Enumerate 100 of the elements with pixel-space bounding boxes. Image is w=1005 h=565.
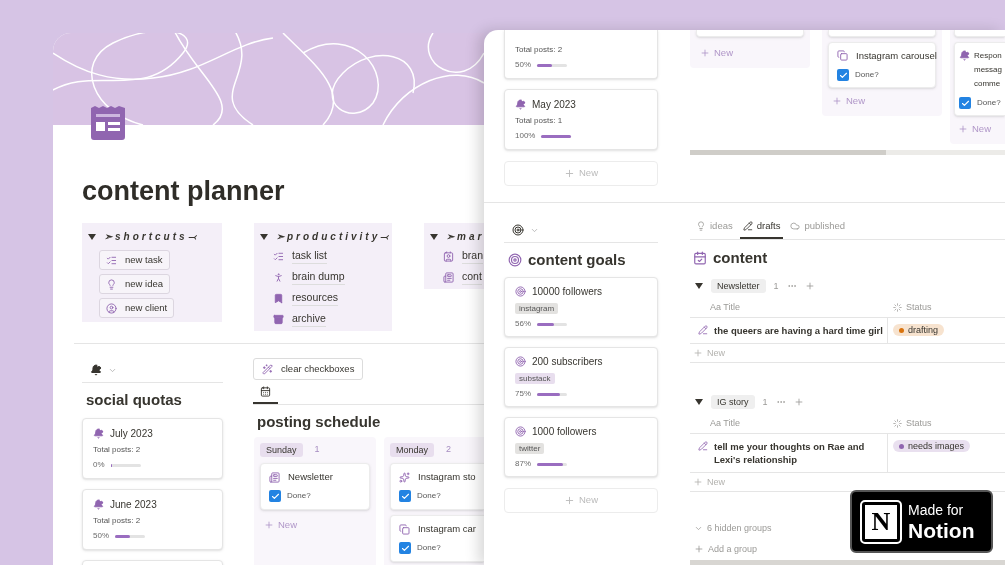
status-tag: drafting <box>893 324 945 337</box>
checkbox[interactable] <box>399 542 411 554</box>
target-icon <box>515 286 526 297</box>
shortcut-button[interactable]: new task <box>99 250 170 270</box>
page-icon[interactable] <box>90 105 126 140</box>
goal-card[interactable]: 1000 followers twitter 87% <box>504 417 658 477</box>
row-title[interactable]: the queers are having a hard time girl <box>714 324 883 338</box>
bell-icon <box>959 50 970 61</box>
target-icon[interactable] <box>512 224 524 236</box>
shortcut-button[interactable]: new client <box>99 298 175 318</box>
plus-icon <box>264 520 274 531</box>
checkbox[interactable] <box>269 490 281 502</box>
quota-card[interactable]: June 2023 Total posts: 2 50% <box>82 489 223 550</box>
board-card[interactable]: Instagram carousel Done? <box>828 42 936 88</box>
checkbox-label: Done? <box>417 543 441 553</box>
card-title: Instagram sto <box>418 471 476 483</box>
checkbox[interactable] <box>959 97 971 109</box>
percent-text: 50% <box>93 531 109 541</box>
goal-card[interactable]: 10000 followers instagram 56% <box>504 277 658 337</box>
calendar-tab[interactable] <box>253 386 278 404</box>
page-title: content planner <box>82 178 286 205</box>
page-link[interactable]: cont <box>462 269 482 285</box>
board-card[interactable]: Newsletter Done? <box>260 463 370 510</box>
lightbulb-icon <box>696 221 706 232</box>
card-title: messag <box>974 64 1002 76</box>
toggle-triangle-icon[interactable] <box>260 232 268 241</box>
shortcut-button[interactable]: new idea <box>99 274 171 294</box>
quota-card[interactable]: May 2023 Total posts: 1 100% <box>504 89 658 150</box>
card-title: Instagram car <box>417 523 476 535</box>
add-icon[interactable] <box>804 281 815 292</box>
bell-icon <box>93 428 104 439</box>
checkbox[interactable] <box>399 490 411 502</box>
page-link[interactable]: resources <box>292 290 339 306</box>
magic-wand-icon <box>262 363 273 375</box>
scrollbar-thumb[interactable] <box>690 150 886 155</box>
checkbox-label: Done? <box>977 98 1001 108</box>
section-title: posting schedule <box>257 413 382 431</box>
quota-card[interactable]: July 2023 Total posts: 2 0% <box>82 418 223 479</box>
percent-text: 56% <box>515 319 531 329</box>
plus-icon <box>958 124 968 135</box>
page-link[interactable]: bran <box>462 248 483 264</box>
bell-icon[interactable] <box>90 364 102 376</box>
checklist-icon <box>273 250 284 262</box>
badge-text: Made for <box>908 502 965 517</box>
column-label: Sunday <box>260 443 303 457</box>
clear-checkboxes-button[interactable]: clear checkboxes <box>253 358 364 380</box>
copy-icon <box>399 523 410 535</box>
card-title: June 2023 <box>110 498 157 511</box>
checkbox-label: Done? <box>855 70 879 80</box>
pencil-icon <box>742 221 753 232</box>
page-link[interactable]: task list <box>292 248 327 264</box>
add-icon[interactable] <box>793 397 804 408</box>
row-title[interactable]: tell me your thoughts on Rae and Lexi's relationship <box>714 440 887 467</box>
plus-icon <box>564 168 575 179</box>
newspaper-icon <box>269 471 280 483</box>
toggle-triangle-icon[interactable] <box>695 398 703 407</box>
platform-tag: twitter <box>515 443 545 454</box>
view-tab[interactable]: drafts <box>739 219 784 240</box>
section-title: content <box>713 249 768 268</box>
newspaper-icon <box>443 271 454 283</box>
status-tag: needs images <box>893 440 971 453</box>
section-title: content goals <box>528 251 626 269</box>
checkbox-label: Done? <box>287 491 311 501</box>
checkbox[interactable] <box>837 69 849 81</box>
column-label: Monday <box>390 443 435 457</box>
percent-text: 50% <box>515 60 531 70</box>
page-link[interactable]: archive <box>292 311 326 327</box>
page-link[interactable]: brain dump <box>292 269 345 285</box>
plus-icon <box>700 48 710 59</box>
calendar-icon <box>260 386 271 397</box>
total-posts-text: Total posts: 1 <box>515 116 564 126</box>
total-posts-text: Total posts: 2 <box>93 445 142 455</box>
calendar-icon <box>693 251 707 266</box>
card-title: May 2023 <box>532 98 576 111</box>
pencil-icon <box>698 325 708 336</box>
copy-icon <box>837 50 848 61</box>
column-count: 2 <box>446 443 452 457</box>
percent-text: 75% <box>515 389 531 399</box>
notion-logo: N <box>862 501 900 542</box>
goal-card[interactable]: 200 subscribers substack 75% <box>504 347 658 407</box>
target-icon <box>515 356 526 367</box>
platform-tag: instagram <box>515 303 559 314</box>
board-card[interactable]: Instagram sto Done? <box>390 463 484 510</box>
archive-icon <box>273 313 284 325</box>
board-card[interactable]: Respon messag comme Done? <box>954 42 1005 116</box>
toggle-triangle-icon[interactable] <box>430 232 438 241</box>
target-icon <box>508 253 522 267</box>
group-count: 1 <box>773 279 779 293</box>
toggle-triangle-icon[interactable] <box>88 232 96 241</box>
column-count: 1 <box>314 443 320 457</box>
card-title: Newsletter <box>288 471 333 483</box>
board-card[interactable]: Instagram car Done? <box>390 515 484 562</box>
card-title: Instagram carousel <box>856 49 937 63</box>
bookmark-icon <box>273 292 284 304</box>
user-icon <box>106 302 117 314</box>
callout-title: ➣shortcuts⤙ <box>104 230 199 244</box>
status-icon <box>893 418 902 428</box>
plus-icon <box>832 96 842 107</box>
toggle-triangle-icon[interactable] <box>695 282 703 291</box>
quota-card[interactable]: Total posts: 2 50% <box>504 30 658 79</box>
